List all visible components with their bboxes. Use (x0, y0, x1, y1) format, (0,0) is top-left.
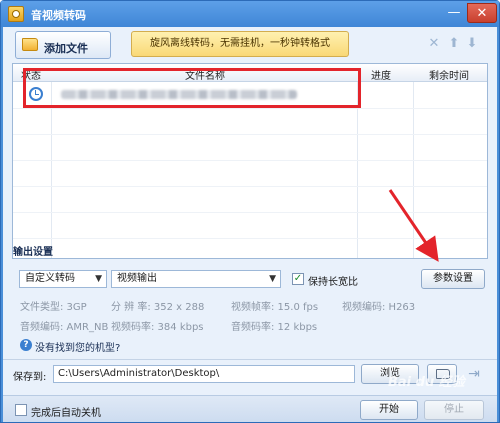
row-divider (13, 238, 487, 239)
app-window: 音视频转码 — ✕ 添加文件 旋风离线转码，无需挂机，一秒钟转格式 ✕ ⬆ ⬇ … (0, 0, 500, 423)
audio-bitrate-info: 音频码率: 12 kbps (231, 322, 318, 333)
keep-ratio-label[interactable]: 保持长宽比 (308, 273, 358, 288)
row-divider (13, 186, 487, 187)
chevron-down-icon: ▼ (269, 274, 276, 284)
column-remaining-time[interactable]: 剩余时间 (429, 67, 469, 82)
footer-bar: 完成后自动关机 开始 停止 (3, 395, 497, 422)
file-type-info: 文件类型: 3GP (20, 302, 87, 313)
video-codec-info: 视频编码: H263 (342, 302, 416, 313)
help-icon[interactable]: ? (20, 339, 32, 351)
folder-icon (22, 38, 38, 51)
resolution-info: 分 辨 率: 352 x 288 (111, 302, 205, 313)
preset-select-value: 自定义转码 (25, 273, 75, 284)
preset-select[interactable]: 自定义转码 ▼ (19, 270, 107, 288)
file-list[interactable]: 状态 文件名称 进度 剩余时间 (12, 63, 488, 259)
row-divider (13, 108, 487, 109)
add-file-button[interactable]: 添加文件 (15, 31, 111, 59)
video-bitrate-info: 视频码率: 384 kbps (111, 322, 204, 333)
stop-button[interactable]: 停止 (424, 400, 484, 420)
chevron-down-icon: ▼ (95, 274, 102, 284)
divider (3, 359, 497, 360)
app-logo-icon (8, 6, 24, 22)
add-file-label: 添加文件 (44, 42, 88, 55)
row-divider (13, 160, 487, 161)
move-down-icon[interactable]: ⬇ (465, 37, 479, 51)
highlight-annotation (23, 68, 361, 108)
column-progress[interactable]: 进度 (371, 67, 391, 82)
row-divider (13, 212, 487, 213)
move-up-icon[interactable]: ⬆ (447, 37, 461, 51)
export-icon[interactable]: ⇥ (465, 365, 483, 383)
video-fps-info: 视频帧率: 15.0 fps (231, 302, 319, 313)
output-format-select[interactable]: 视频输出 ▼ (111, 270, 281, 288)
delete-icon[interactable]: ✕ (427, 37, 441, 51)
minimize-button[interactable]: — (442, 3, 466, 23)
format-select-value: 视频输出 (117, 273, 157, 284)
keep-ratio-checkbox[interactable]: ✓ (292, 273, 304, 285)
window-title: 音视频转码 (31, 9, 86, 22)
auto-shutdown-checkbox[interactable] (15, 404, 27, 416)
auto-shutdown-label[interactable]: 完成后自动关机 (31, 404, 101, 419)
row-divider (13, 134, 487, 135)
params-settings-button[interactable]: 参数设置 (421, 269, 485, 289)
save-path-input[interactable]: C:\Users\Administrator\Desktop\ (53, 365, 355, 383)
title-bar[interactable]: 音视频转码 — ✕ (1, 1, 499, 27)
save-to-label: 保存到: (13, 372, 47, 383)
audio-codec-info: 音频编码: AMR_NB (20, 322, 109, 333)
output-settings-title: 输出设置 (13, 247, 53, 258)
close-button[interactable]: ✕ (467, 3, 497, 23)
promo-banner[interactable]: 旋风离线转码，无需挂机，一秒钟转格式 (131, 31, 349, 57)
main-panel: 添加文件 旋风离线转码，无需挂机，一秒钟转格式 ✕ ⬆ ⬇ 状态 文件名称 进度… (3, 27, 497, 422)
watermark: Bai du 经验 (388, 375, 465, 390)
start-button[interactable]: 开始 (360, 400, 418, 420)
device-not-found-link[interactable]: 没有找到您的机型? (35, 339, 120, 354)
